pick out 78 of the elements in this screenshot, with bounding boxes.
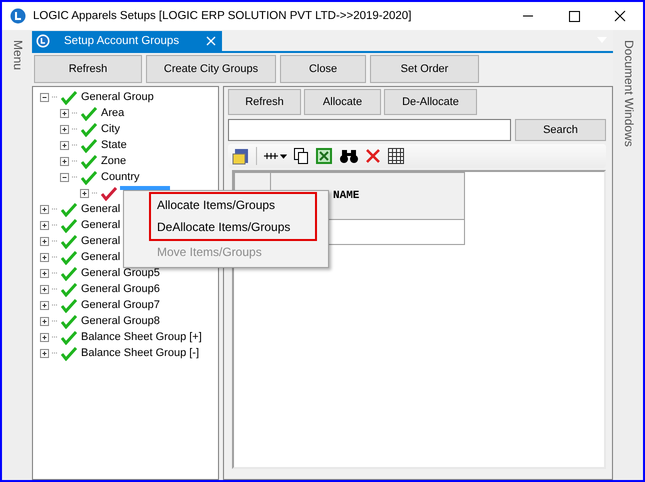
expand-icon[interactable] — [39, 204, 50, 214]
de-allocate-button[interactable]: De-Allocate — [384, 89, 477, 115]
connector-line — [52, 208, 58, 210]
menu-item[interactable]: DeAllocate Items/Groups — [151, 216, 315, 238]
tab-label: Setup Account Groups — [64, 35, 180, 47]
copy-icon[interactable] — [293, 147, 309, 165]
tree-item[interactable]: Balance Sheet Group [+] — [80, 331, 203, 343]
allocate-button[interactable]: Allocate — [304, 89, 381, 115]
connector-line — [52, 96, 58, 98]
connector-line — [92, 192, 98, 194]
menu-panel-tab[interactable]: Menu — [9, 40, 25, 70]
tree-item[interactable]: General Group8 — [80, 315, 161, 327]
spreadsheet-icon[interactable] — [315, 147, 333, 165]
tree-item[interactable]: General Group7 — [80, 299, 161, 311]
column-width-icon[interactable] — [263, 150, 287, 162]
expand-icon[interactable] — [39, 300, 50, 310]
tree-item[interactable]: General — [80, 219, 122, 231]
menu-item: Move Items/Groups — [156, 244, 263, 261]
tree-item[interactable]: Area — [100, 107, 126, 119]
expand-icon[interactable] — [39, 316, 50, 326]
delete-icon[interactable] — [365, 148, 381, 164]
connector-line — [72, 144, 78, 146]
expand-icon[interactable] — [39, 268, 50, 278]
collapse-icon[interactable] — [59, 172, 70, 182]
tree-item[interactable]: State — [100, 139, 128, 151]
connector-line — [52, 256, 58, 258]
tree-item[interactable]: General — [80, 251, 122, 263]
tree-item[interactable]: City — [100, 123, 121, 135]
connector-line — [52, 240, 58, 242]
set-order-button[interactable]: Set Order — [370, 55, 479, 83]
tree-item[interactable]: General Group — [80, 91, 155, 103]
expand-icon[interactable] — [39, 284, 50, 294]
connector-line — [72, 160, 78, 162]
connector-line — [52, 272, 58, 274]
connector-line — [52, 352, 58, 354]
connector-line — [52, 336, 58, 338]
connector-line — [72, 112, 78, 114]
connector-line — [52, 288, 58, 290]
search-button[interactable]: Search — [515, 119, 606, 141]
window-title: LOGIC Apparels Setups [LOGIC ERP SOLUTION PVT LTD->>2019-2020] — [33, 10, 412, 22]
expand-icon[interactable] — [39, 348, 50, 358]
expand-icon[interactable] — [39, 252, 50, 262]
column-header[interactable]: NAME — [333, 190, 360, 202]
connector-line — [72, 176, 78, 178]
tree-item[interactable]: General — [80, 203, 122, 215]
refresh-button[interactable]: Refresh — [34, 55, 142, 83]
tree-item[interactable]: General Group5 — [80, 267, 161, 279]
tree-item[interactable]: Zone — [100, 155, 128, 167]
expand-icon[interactable] — [59, 140, 70, 150]
expand-icon[interactable] — [59, 124, 70, 134]
search-field[interactable] — [228, 119, 511, 141]
app-logo-icon — [10, 8, 26, 24]
document-tab[interactable]: Setup Account Groups — [32, 31, 222, 51]
grid-icon[interactable] — [387, 147, 405, 165]
expand-icon[interactable] — [59, 108, 70, 118]
connector-line — [52, 224, 58, 226]
expand-icon[interactable] — [39, 332, 50, 342]
connector-line — [52, 304, 58, 306]
database-icon[interactable] — [232, 147, 250, 165]
create-city-groups-button[interactable]: Create City Groups — [146, 55, 276, 83]
refresh-button[interactable]: Refresh — [228, 89, 301, 115]
collapse-icon[interactable] — [39, 92, 50, 102]
toolbar-separator — [256, 147, 257, 165]
tree-item[interactable]: General — [80, 235, 122, 247]
tree-item[interactable]: General Group6 — [80, 283, 161, 295]
connector-line — [52, 320, 58, 322]
close-button[interactable]: Close — [280, 55, 366, 83]
tree-item[interactable]: Balance Sheet Group [-] — [80, 347, 200, 359]
expand-icon[interactable] — [79, 188, 90, 198]
expand-icon[interactable] — [39, 236, 50, 246]
expand-icon[interactable] — [59, 156, 70, 166]
tree-item[interactable]: Country — [100, 171, 141, 183]
binoculars-icon[interactable] — [339, 148, 359, 164]
connector-line — [72, 128, 78, 130]
app-logo-icon — [36, 34, 50, 48]
expand-icon[interactable] — [39, 220, 50, 230]
menu-item[interactable]: Allocate Items/Groups — [151, 194, 315, 216]
document-windows-tab[interactable]: Document Windows — [620, 40, 636, 147]
